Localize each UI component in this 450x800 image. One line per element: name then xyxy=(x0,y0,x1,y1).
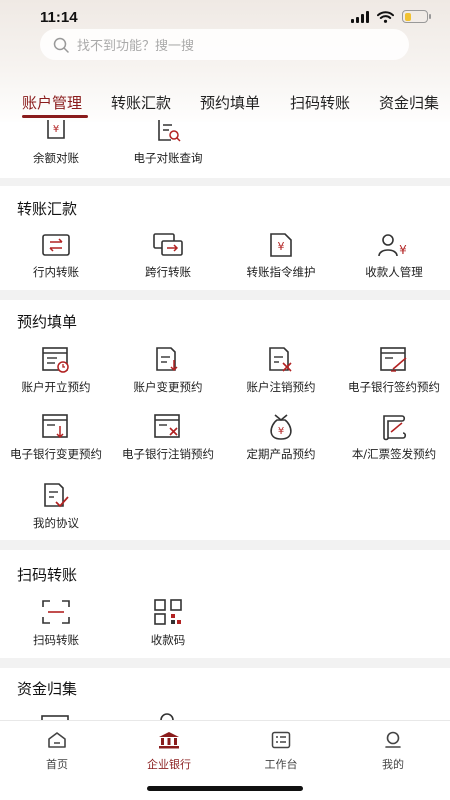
section-title: 预约填单 xyxy=(17,313,78,331)
home-indicator xyxy=(147,786,303,791)
section-title: 扫码转账 xyxy=(17,566,78,584)
wifi-icon xyxy=(377,10,394,23)
transfer-item-inter-bank[interactable]: 跨行转账 xyxy=(108,232,228,279)
pooling-section: 资金归集 xyxy=(0,668,450,728)
reservation-item-ebank-sign[interactable]: 电子银行签约预约 xyxy=(334,346,450,394)
scan-item-scan-transfer[interactable]: 扫码转账 xyxy=(0,598,116,647)
reservation-item-ebank-cancel[interactable]: 电子银行注销预约 xyxy=(108,413,228,461)
transfer-item-payee[interactable]: ¥ 收款人管理 xyxy=(334,232,450,279)
status-bar: 11:14 xyxy=(0,0,450,30)
svg-text:¥: ¥ xyxy=(278,240,285,253)
account-change-icon xyxy=(156,347,178,372)
search-icon xyxy=(53,37,69,53)
profile-icon xyxy=(385,731,401,748)
battery-icon xyxy=(402,10,431,23)
reservation-item-draft-issue[interactable]: 本/汇票签发预约 xyxy=(334,413,450,461)
nav-profile[interactable]: 我的 xyxy=(348,731,438,772)
account-open-icon xyxy=(42,347,69,373)
account-section: ¥ 余额对账 电子对账查询 xyxy=(0,120,450,178)
transfer-instruction-icon: ¥ xyxy=(270,233,292,257)
nav-label: 我的 xyxy=(382,758,404,771)
tab-account-management[interactable]: 账户管理 xyxy=(22,92,82,113)
status-time: 11:14 xyxy=(40,9,78,26)
search-placeholder: 找不到功能？搜一搜 xyxy=(77,39,195,54)
ebank-change-icon xyxy=(42,414,68,439)
category-tabs: 账户管理 转账汇款 预约填单 扫码转账 资金归集 xyxy=(0,92,450,120)
scan-section: 扫码转账 扫码转账 收款码 xyxy=(0,550,450,658)
reservation-section: 预约填单 账户开立预约 账户变更预约 账户注销预约 电子银行签约预约 电子银行变… xyxy=(0,300,450,540)
section-title: 资金归集 xyxy=(17,680,78,698)
transfer-section: 转账汇款 行内转账 跨行转账 ¥ 转账指令维护 ¥ 收款人管理 xyxy=(0,186,450,290)
transfer-item-instruction[interactable]: ¥ 转账指令维护 xyxy=(221,232,341,279)
balance-check-icon: ¥ xyxy=(47,120,65,139)
scan-item-payment-code[interactable]: 收款码 xyxy=(108,598,228,647)
svg-text:¥: ¥ xyxy=(53,124,59,135)
reservation-item-label: 本/汇票签发预约 xyxy=(351,447,437,461)
nav-workbench[interactable]: 工作台 xyxy=(236,731,326,772)
e-statement-query-icon xyxy=(158,120,181,142)
reservation-item-account-change[interactable]: 账户变更预约 xyxy=(108,346,228,394)
nav-home[interactable]: 首页 xyxy=(12,731,102,772)
inter-bank-transfer-icon xyxy=(153,233,183,256)
payee-management-icon: ¥ xyxy=(378,234,407,257)
tab-scan-transfer[interactable]: 扫码转账 xyxy=(290,92,350,113)
account-item-label: 电子对账查询 xyxy=(133,151,203,165)
svg-text:¥: ¥ xyxy=(278,426,284,437)
transfer-item-label: 收款人管理 xyxy=(365,265,423,279)
account-close-icon xyxy=(269,347,292,372)
active-tab-indicator xyxy=(22,115,88,118)
ebank-sign-icon xyxy=(380,347,407,372)
money-bag-icon: ¥ xyxy=(270,414,292,440)
cellular-signal-icon xyxy=(351,10,369,23)
intra-bank-transfer-icon xyxy=(42,234,70,256)
bank-icon xyxy=(159,732,179,749)
reservation-item-account-close[interactable]: 账户注销预约 xyxy=(221,346,341,394)
account-item-balance-check[interactable]: ¥ 余额对账 xyxy=(0,120,116,165)
reservation-item-account-open[interactable]: 账户开立预约 xyxy=(0,346,116,394)
workbench-icon xyxy=(271,731,291,749)
home-icon xyxy=(48,732,66,748)
section-title: 转账汇款 xyxy=(17,200,78,218)
tab-transfer[interactable]: 转账汇款 xyxy=(111,92,171,113)
draft-issue-icon xyxy=(383,415,407,441)
search-bar[interactable]: 找不到功能？搜一搜 xyxy=(40,29,409,60)
reservation-item-term-product[interactable]: ¥ 定期产品预约 xyxy=(221,413,341,461)
nav-corporate-bank[interactable]: 企业银行 xyxy=(124,731,214,772)
ebank-cancel-icon xyxy=(154,414,180,438)
nav-label: 企业银行 xyxy=(147,758,191,771)
reservation-item-label: 我的协议 xyxy=(33,516,79,530)
nav-label: 工作台 xyxy=(264,758,298,771)
nav-label: 首页 xyxy=(46,758,68,771)
tab-fund-pooling[interactable]: 资金归集 xyxy=(379,92,439,113)
status-icons xyxy=(351,10,431,23)
account-item-e-statement[interactable]: 电子对账查询 xyxy=(108,120,228,165)
tab-reservation[interactable]: 预约填单 xyxy=(200,92,260,113)
scan-icon xyxy=(42,600,70,624)
reservation-item-ebank-change[interactable]: 电子银行变更预约 xyxy=(0,413,116,461)
qr-code-icon xyxy=(154,599,182,625)
reservation-item-label: 电子银行签约预约 xyxy=(348,380,440,394)
scan-item-label: 收款码 xyxy=(150,633,186,647)
reservation-item-my-agreement[interactable]: 我的协议 xyxy=(0,482,116,530)
my-agreement-icon xyxy=(44,483,69,508)
transfer-item-intra-bank[interactable]: 行内转账 xyxy=(0,232,116,279)
svg-text:¥: ¥ xyxy=(399,243,407,257)
